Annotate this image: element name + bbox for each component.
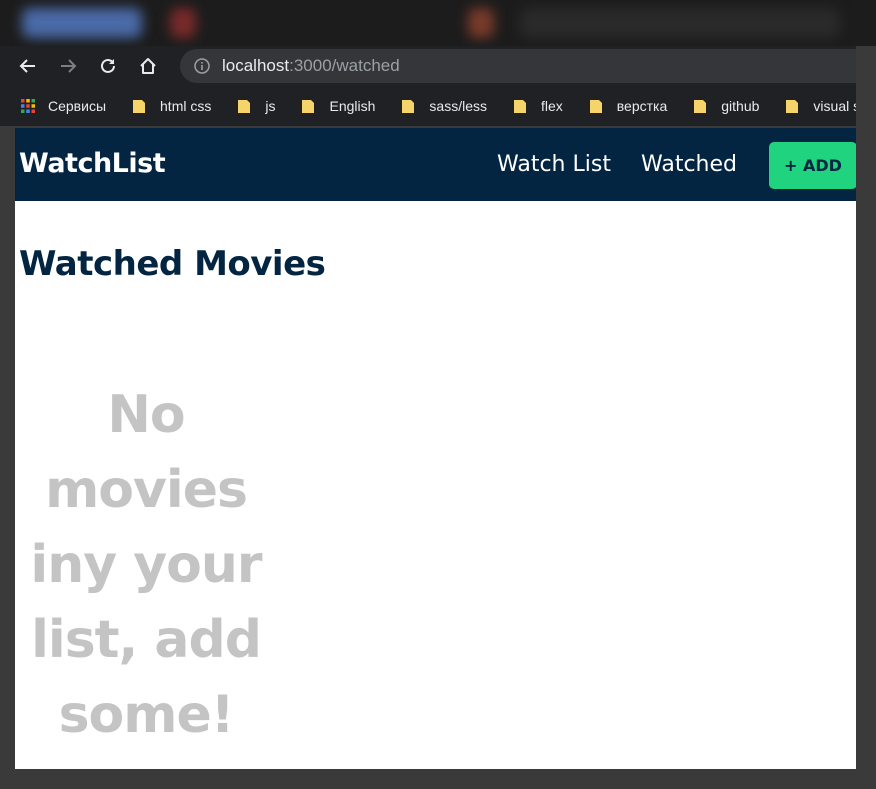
browser-tabstrip: [0, 0, 876, 46]
tab-blurred[interactable]: [170, 8, 196, 38]
arrow-left-icon: [19, 59, 35, 73]
brand-logo[interactable]: WatchList: [19, 148, 166, 179]
back-button[interactable]: [8, 46, 48, 86]
bookmark-label: js: [265, 98, 276, 114]
add-button[interactable]: + ADD: [769, 142, 856, 189]
tab-blurred[interactable]: [468, 8, 494, 38]
browser-toolbar: localhost:3000/watched: [0, 46, 856, 86]
folder-icon: [513, 100, 526, 113]
bookmark-label: github: [721, 98, 760, 114]
bookmark-folder[interactable]: visual studio: [785, 98, 856, 114]
arrow-right-icon: [61, 59, 77, 73]
bookmark-folder[interactable]: js: [237, 98, 275, 114]
nav-watch-list[interactable]: Watch List: [497, 152, 611, 177]
bookmark-folder[interactable]: sass/less: [401, 98, 487, 114]
bookmark-label: visual studio: [813, 98, 856, 114]
folder-icon: [786, 100, 799, 113]
info-icon[interactable]: [194, 58, 210, 74]
bookmark-label: sass/less: [429, 98, 487, 114]
url-host: localhost: [222, 56, 290, 75]
home-button[interactable]: [128, 46, 168, 86]
bookmark-label: html css: [160, 98, 212, 114]
tab-blurred[interactable]: [22, 8, 142, 38]
reload-icon: [101, 58, 115, 73]
apps-icon: [21, 99, 35, 113]
address-bar[interactable]: localhost:3000/watched: [180, 49, 856, 83]
page-title: Watched Movies: [19, 244, 326, 284]
bookmark-folder[interactable]: верстка: [589, 98, 667, 114]
bookmark-label: Сервисы: [48, 98, 107, 114]
home-icon: [140, 58, 156, 74]
nav-watched[interactable]: Watched: [641, 152, 737, 177]
reload-button[interactable]: [88, 46, 128, 86]
tab-blurred[interactable]: [520, 8, 840, 38]
bookmark-folder[interactable]: html css: [132, 98, 211, 114]
bookmark-label: верстка: [616, 98, 668, 114]
bookmark-folder[interactable]: flex: [513, 98, 563, 114]
bookmark-label: English: [329, 98, 376, 114]
bookmarks-bar: Сервисы html css js English sass/less fl…: [0, 86, 856, 126]
bookmark-folder[interactable]: English: [301, 98, 375, 114]
folder-icon: [302, 100, 315, 113]
folder-icon: [238, 100, 251, 113]
folder-icon: [402, 100, 415, 113]
url-path: :3000/watched: [289, 56, 400, 75]
folder-icon: [133, 100, 146, 113]
bookmark-label: flex: [540, 98, 563, 114]
app-header: WatchList Watch List Watched + ADD: [15, 128, 856, 201]
bookmark-folder[interactable]: github: [693, 98, 759, 114]
folder-icon: [589, 100, 602, 113]
app-viewport: WatchList Watch List Watched + ADD Watch…: [15, 128, 856, 769]
bookmark-apps[interactable]: Сервисы: [20, 98, 106, 114]
empty-state-message: No movies iny your list, add some!: [30, 385, 262, 745]
folder-icon: [694, 100, 707, 113]
forward-button[interactable]: [48, 46, 88, 86]
